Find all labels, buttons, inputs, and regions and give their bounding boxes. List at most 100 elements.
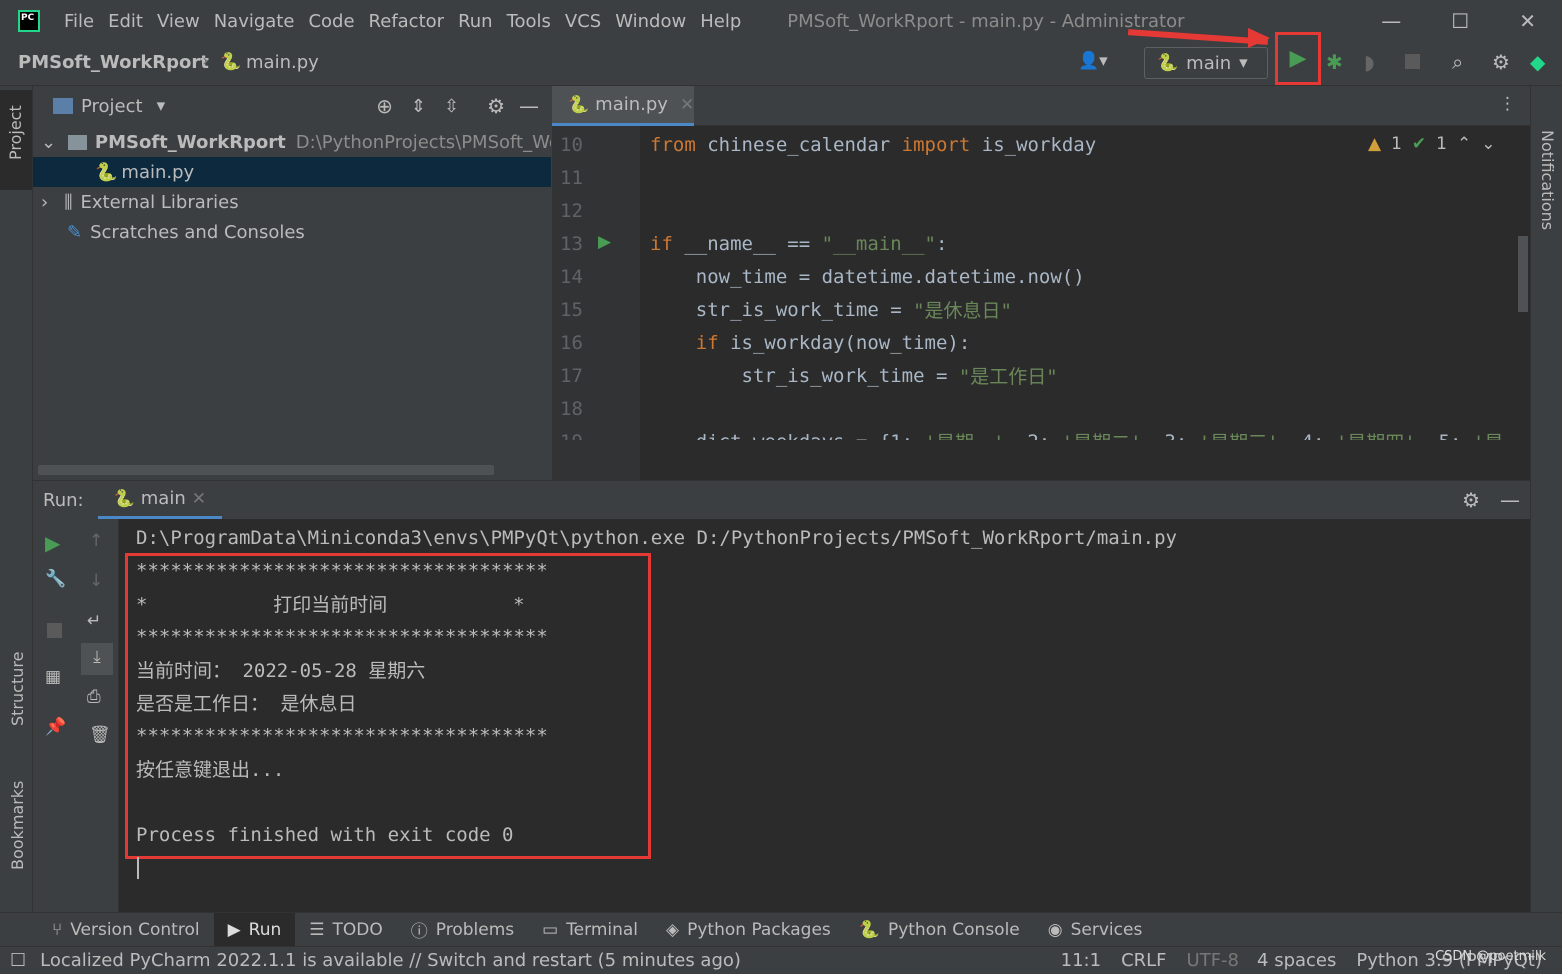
jetbrains-icon[interactable]: ◆ bbox=[1530, 50, 1545, 74]
tool-tab-python-console[interactable]: 🐍 Python Console bbox=[845, 913, 1034, 947]
code-line[interactable]: 17 str_is_work_time = "是工作日" bbox=[552, 359, 1058, 392]
folder-icon bbox=[53, 98, 73, 114]
tool-tab-run[interactable]: ▶ Run bbox=[213, 912, 296, 947]
menu-navigate[interactable]: Navigate bbox=[214, 11, 295, 32]
encoding[interactable]: UTF-8 bbox=[1187, 950, 1239, 971]
gear-icon[interactable]: ⚙ bbox=[1492, 50, 1510, 74]
code-token: now_time = datetime.datetime.now() bbox=[650, 265, 1085, 288]
hide-icon[interactable]: — bbox=[519, 94, 539, 118]
run-gutter-icon[interactable]: ▶ bbox=[598, 232, 611, 252]
horizontal-scrollbar[interactable] bbox=[38, 465, 494, 475]
menu-file[interactable]: File bbox=[64, 11, 94, 32]
tool-tab-icon: 🐍 bbox=[858, 919, 880, 940]
run-tab-main[interactable]: 🐍 main ✕ bbox=[97, 481, 222, 519]
gear-icon[interactable]: ⚙ bbox=[487, 94, 505, 118]
search-icon[interactable]: ⌕ bbox=[1452, 50, 1463, 74]
close-tab-icon[interactable]: ✕ bbox=[192, 489, 206, 509]
code-token: : bbox=[936, 232, 948, 255]
debug-icon[interactable]: ✱ bbox=[1326, 50, 1343, 74]
close-tab-icon[interactable]: ✕ bbox=[680, 95, 694, 115]
menu-edit[interactable]: Edit bbox=[108, 11, 143, 32]
code-line[interactable]: 14 now_time = datetime.datetime.now() bbox=[552, 260, 1085, 293]
expand-all-icon[interactable]: ⇕ bbox=[411, 96, 426, 117]
stop-icon[interactable] bbox=[1405, 54, 1420, 69]
tool-window-project[interactable]: Project bbox=[0, 90, 32, 190]
code-line[interactable]: 12 bbox=[552, 194, 650, 227]
code-token: , 3: bbox=[1142, 431, 1199, 441]
tree-item-external-libraries[interactable]: › ⫼ External Libraries bbox=[33, 187, 551, 217]
project-view-title[interactable]: Project bbox=[81, 96, 143, 117]
python-icon: 🐍 bbox=[113, 488, 135, 509]
tool-tab-services[interactable]: ◉ Services bbox=[1034, 913, 1157, 947]
code-line[interactable]: 13 if __name__ == "__main__": bbox=[552, 227, 947, 260]
breadcrumb-file[interactable]: main.py bbox=[246, 52, 319, 73]
line-number: 15 bbox=[560, 298, 583, 321]
menu-code[interactable]: Code bbox=[308, 11, 354, 32]
locate-icon[interactable]: ⊕ bbox=[376, 94, 393, 118]
tool-tab-icon: ☰ bbox=[309, 919, 325, 940]
tool-tab-icon: ◈ bbox=[666, 919, 680, 940]
inspection-widget[interactable]: ▲ 1 ✔ 1 ⌃ ⌄ bbox=[1368, 134, 1495, 154]
tool-tab-label: Terminal bbox=[566, 919, 639, 940]
menu-window[interactable]: Window bbox=[615, 11, 686, 32]
tree-item-main-py[interactable]: 🐍 main.py bbox=[33, 157, 551, 187]
tool-tab-label: Python Packages bbox=[687, 919, 831, 940]
code-line[interactable]: 18 bbox=[552, 392, 650, 425]
navigation-bar: PMSoft_WorkRport › 🐍 main.py 👤▾ 🐍 main ▾… bbox=[0, 28, 1562, 86]
line-number: 14 bbox=[560, 265, 583, 288]
code-line[interactable]: 16 if is_workday(now_time): bbox=[552, 326, 970, 359]
tool-tab-python-packages[interactable]: ◈ Python Packages bbox=[652, 913, 845, 947]
run-button[interactable]: ▶ bbox=[1275, 32, 1321, 85]
menu-view[interactable]: View bbox=[157, 11, 200, 32]
code-token: dict_weekdays = {1: bbox=[650, 431, 925, 441]
code-line[interactable]: 15 str_is_work_time = "是休息日" bbox=[552, 293, 1012, 326]
tree-root[interactable]: ⌄ PMSoft_WorkRport D:\PythonProjects\PMS… bbox=[33, 127, 551, 157]
code-line[interactable]: 19 dict_weekdays = {1: '星期一', 2: '星期二', … bbox=[552, 425, 1503, 441]
editor-tab-main-py[interactable]: 🐍 main.py ✕ bbox=[552, 86, 694, 126]
menu-help[interactable]: Help bbox=[700, 11, 741, 32]
tool-tab-label: TODO bbox=[332, 919, 383, 940]
tree-item-scratches[interactable]: ✎ Scratches and Consoles bbox=[33, 217, 551, 247]
line-number: 17 bbox=[560, 364, 583, 387]
code-line[interactable]: 11 bbox=[552, 161, 650, 194]
code-token: , 5: bbox=[1416, 431, 1473, 441]
tool-tab-label: Services bbox=[1070, 919, 1143, 940]
gear-icon[interactable]: ⚙ bbox=[1462, 488, 1480, 512]
tool-tab-todo[interactable]: ☰ TODO bbox=[295, 913, 397, 947]
status-message[interactable]: Localized PyCharm 2022.1.1 is available … bbox=[40, 950, 741, 971]
run-config-select[interactable]: 🐍 main ▾ bbox=[1144, 47, 1268, 79]
line-separator[interactable]: CRLF bbox=[1121, 950, 1166, 971]
line-number: 16 bbox=[560, 331, 583, 354]
chevron-down-icon[interactable]: ▾ bbox=[157, 96, 166, 116]
code-token: if bbox=[650, 331, 719, 354]
more-icon[interactable]: ⋮ bbox=[1499, 94, 1516, 114]
close-button[interactable]: ✕ bbox=[1519, 9, 1536, 33]
editor-scrollbar[interactable] bbox=[1518, 236, 1528, 312]
coverage-icon[interactable]: ◗ bbox=[1364, 50, 1375, 74]
menu-run[interactable]: Run bbox=[458, 11, 493, 32]
code-token: '星期二' bbox=[1062, 428, 1142, 440]
tool-tab-problems[interactable]: ⓘ Problems bbox=[397, 913, 528, 947]
collapse-all-icon[interactable]: ⇳ bbox=[444, 96, 459, 117]
indent[interactable]: 4 spaces bbox=[1257, 950, 1336, 971]
right-tool-stripe: Notifications bbox=[1530, 86, 1562, 912]
caret-position[interactable]: 11:1 bbox=[1061, 950, 1101, 971]
code-token: __name__ == bbox=[672, 232, 822, 255]
code-token: , 4: bbox=[1279, 431, 1336, 441]
menu-tools[interactable]: Tools bbox=[507, 11, 551, 32]
line-number: 12 bbox=[560, 199, 583, 222]
menu-refactor[interactable]: Refactor bbox=[369, 11, 445, 32]
warning-icon: ▲ bbox=[1368, 134, 1382, 154]
tool-tab-terminal[interactable]: ▭ Terminal bbox=[528, 913, 652, 947]
tool-tab-icon: ◉ bbox=[1047, 919, 1063, 940]
code-token: chinese_calendar bbox=[695, 133, 902, 156]
hide-icon[interactable]: — bbox=[1500, 488, 1520, 512]
code-line[interactable]: 10 from chinese_calendar import is_workda… bbox=[552, 128, 1096, 161]
menu-vcs[interactable]: VCS bbox=[565, 11, 601, 32]
tool-tab-version-control[interactable]: ⑂ Version Control bbox=[38, 913, 214, 947]
breadcrumb-project[interactable]: PMSoft_WorkRport bbox=[18, 52, 209, 73]
user-icon[interactable]: 👤▾ bbox=[1078, 51, 1108, 71]
minimize-button[interactable]: — bbox=[1381, 9, 1401, 33]
maximize-button[interactable]: ☐ bbox=[1451, 9, 1469, 33]
console-line: D:\ProgramData\Miniconda3\envs\PMPyQt\py… bbox=[136, 526, 1177, 549]
